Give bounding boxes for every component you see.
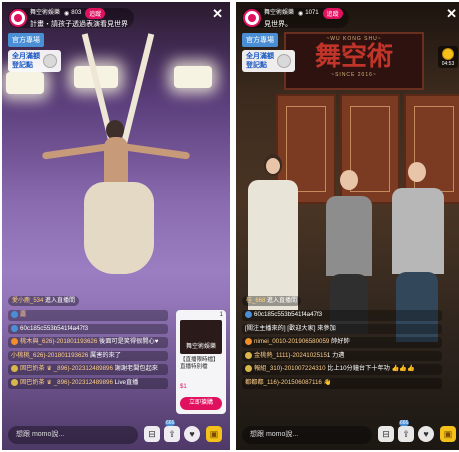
chat-message: 60c185c553b541f4a47f3 xyxy=(8,323,168,335)
share-icon[interactable]: 666 ⇪ xyxy=(398,420,414,442)
eye-icon: ◉ xyxy=(64,10,70,17)
badge-icon xyxy=(11,311,18,318)
performer-person xyxy=(326,196,372,276)
official-tag: 官方專場 xyxy=(242,33,278,47)
reward-counter[interactable]: 04:53 xyxy=(438,46,458,68)
chat-message: [關注主播來的] [歡迎大家] 來參加 xyxy=(242,323,442,335)
chat-message: 小桃桃_626)-201801193626 厲害的來了 xyxy=(8,350,168,362)
heart-icon[interactable]: ♥ xyxy=(184,426,200,442)
chat-message: nimei_0010-201906580059 帥好帥 xyxy=(242,337,442,348)
join-notice: 愛小鹿_534 進入直播間 xyxy=(8,296,80,306)
host-face xyxy=(266,158,280,174)
badge-icon xyxy=(245,365,252,373)
buy-now-button[interactable]: 立即搶購 xyxy=(180,397,222,410)
subscribe-line-2: 登記點 xyxy=(12,62,33,69)
stream-header: 舞空術娛樂 ◉ 1071 追蹤 見世界。 ✕ xyxy=(236,2,459,32)
product-price: $1 xyxy=(180,384,187,390)
cart-icon[interactable]: ⊟ xyxy=(378,426,394,442)
banner-title: 舞空術 xyxy=(314,42,393,72)
host-avatar[interactable] xyxy=(243,9,261,27)
viewer-count: ◉ 803 xyxy=(64,10,82,17)
close-icon[interactable]: ✕ xyxy=(446,6,457,22)
official-tag: 官方專場 xyxy=(8,33,44,47)
share-icon[interactable]: 666 ⇪ xyxy=(164,420,180,442)
subscribe-line-1: 全月滿額 xyxy=(246,53,274,60)
subscribe-line-1: 全月滿額 xyxy=(12,53,40,60)
banner-since-text: ~SINCE 2016~ xyxy=(331,72,377,78)
heart-icon[interactable]: ♥ xyxy=(418,426,434,442)
chat-list: 60c185c553b541f4a47f3 [關注主播來的] [歡迎大家] 來參… xyxy=(242,310,442,392)
stage-banner: ~WU KONG SHU~ 舞空術 ~SINCE 2016~ xyxy=(284,32,424,90)
live-stream-right: ~WU KONG SHU~ 舞空術 ~SINCE 2016~ 舞空術娛樂 ◉ 10… xyxy=(236,2,459,450)
badge-icon xyxy=(11,379,18,387)
chat-message: 露 xyxy=(8,310,168,321)
performer-face xyxy=(340,170,358,190)
subscribe-promo[interactable]: 全月滿額 登記點 xyxy=(242,50,295,72)
host-name: 舞空術娛樂 xyxy=(264,10,295,16)
comment-input[interactable]: 想跟 momo說... xyxy=(8,426,138,444)
coin-icon xyxy=(43,54,57,68)
gift-icon[interactable]: ▣ xyxy=(440,426,456,442)
stage-light xyxy=(6,72,44,94)
badge-icon xyxy=(245,311,252,318)
badge-icon xyxy=(11,324,18,332)
badge-icon xyxy=(11,338,18,346)
close-icon[interactable]: ✕ xyxy=(212,6,223,22)
performer-face xyxy=(408,162,426,182)
badge-icon xyxy=(245,351,252,359)
host-name: 舞空術娛樂 xyxy=(30,10,61,16)
coin-icon xyxy=(277,54,291,68)
live-stream-left: 舞空術娛樂 ◉ 803 追蹤 計畫・請孩子透過表演看見世界 ✕ 官方專場 全月滿額… xyxy=(2,2,230,450)
follow-button[interactable]: 追蹤 xyxy=(85,7,106,19)
badge-icon xyxy=(11,365,18,373)
chat-message: 固巴奶茶 ♛ _896)-202312489896 謝謝老闆包起來 xyxy=(8,364,168,376)
performer-body xyxy=(104,137,128,185)
stream-subtitle: 見世界。 xyxy=(264,20,292,28)
performer-arm xyxy=(41,143,109,160)
product-image: 舞空術娛樂 xyxy=(180,320,222,354)
performer-pants xyxy=(84,182,154,274)
stream-header: 舞空術娛樂 ◉ 803 追蹤 計畫・請孩子透過表演看見世界 ✕ xyxy=(2,2,230,32)
join-notice: 桂_668 進入直播間 xyxy=(242,296,302,306)
subscribe-line-2: 登記點 xyxy=(246,62,267,69)
bottom-bar: 想跟 momo說... ⊟ 666 ⇪ ♥ ▣ xyxy=(2,420,230,450)
chat-message: 60c185c553b541f4a47f3 xyxy=(242,310,442,321)
reward-timer: 04:53 xyxy=(441,61,455,67)
viewer-count: ◉ 1071 xyxy=(298,10,319,17)
chat-list: 露 60c185c553b541f4a47f3 桃木與_626)-2018011… xyxy=(8,310,168,392)
stream-subtitle: 計畫・請孩子透過表演看見世界 xyxy=(30,20,128,28)
chat-message: 桃木與_626)-201801193626 後面可是笑得很開心♥ xyxy=(8,337,168,348)
eye-icon: ◉ xyxy=(298,10,304,17)
chat-message: 都都都_116)-201506087116 👋 xyxy=(242,378,442,389)
product-card[interactable]: 1 舞空術娛樂 【直播限時檔】直播特別檔 $1 立即搶購 xyxy=(176,310,226,414)
badge-icon xyxy=(245,338,252,346)
host-person xyxy=(248,180,298,310)
comment-input[interactable]: 想跟 momo說... xyxy=(242,426,372,444)
performer-person xyxy=(392,188,444,274)
host-avatar[interactable] xyxy=(9,9,27,27)
host-info[interactable]: 舞空術娛樂 ◉ 1071 追蹤 見世界。 xyxy=(242,7,349,28)
chat-message: 固巴奶茶 ♛ _896)-202312489896 Live直播 xyxy=(8,378,168,389)
host-info[interactable]: 舞空術娛樂 ◉ 803 追蹤 計畫・請孩子透過表演看見世界 xyxy=(8,7,134,28)
follow-button[interactable]: 追蹤 xyxy=(322,7,343,19)
cart-icon[interactable]: ⊟ xyxy=(144,426,160,442)
stage-light xyxy=(174,66,212,88)
gift-icon[interactable]: ▣ xyxy=(206,426,222,442)
product-title: 【直播限時檔】直播特別檔 xyxy=(180,357,219,370)
coin-icon xyxy=(442,48,454,60)
chat-message: 報組_310)-201007224310 比上10分鐘台下十年功 👍👍👍 xyxy=(242,364,442,376)
subscribe-promo[interactable]: 全月滿額 登記點 xyxy=(8,50,61,72)
bottom-bar: 想跟 momo說... ⊟ 666 ⇪ ♥ ▣ xyxy=(236,420,459,450)
chat-message: 金桃熱_1111)-20241025151 力邁 xyxy=(242,350,442,362)
product-count: 1 xyxy=(219,312,223,318)
performer-arm xyxy=(123,143,191,160)
